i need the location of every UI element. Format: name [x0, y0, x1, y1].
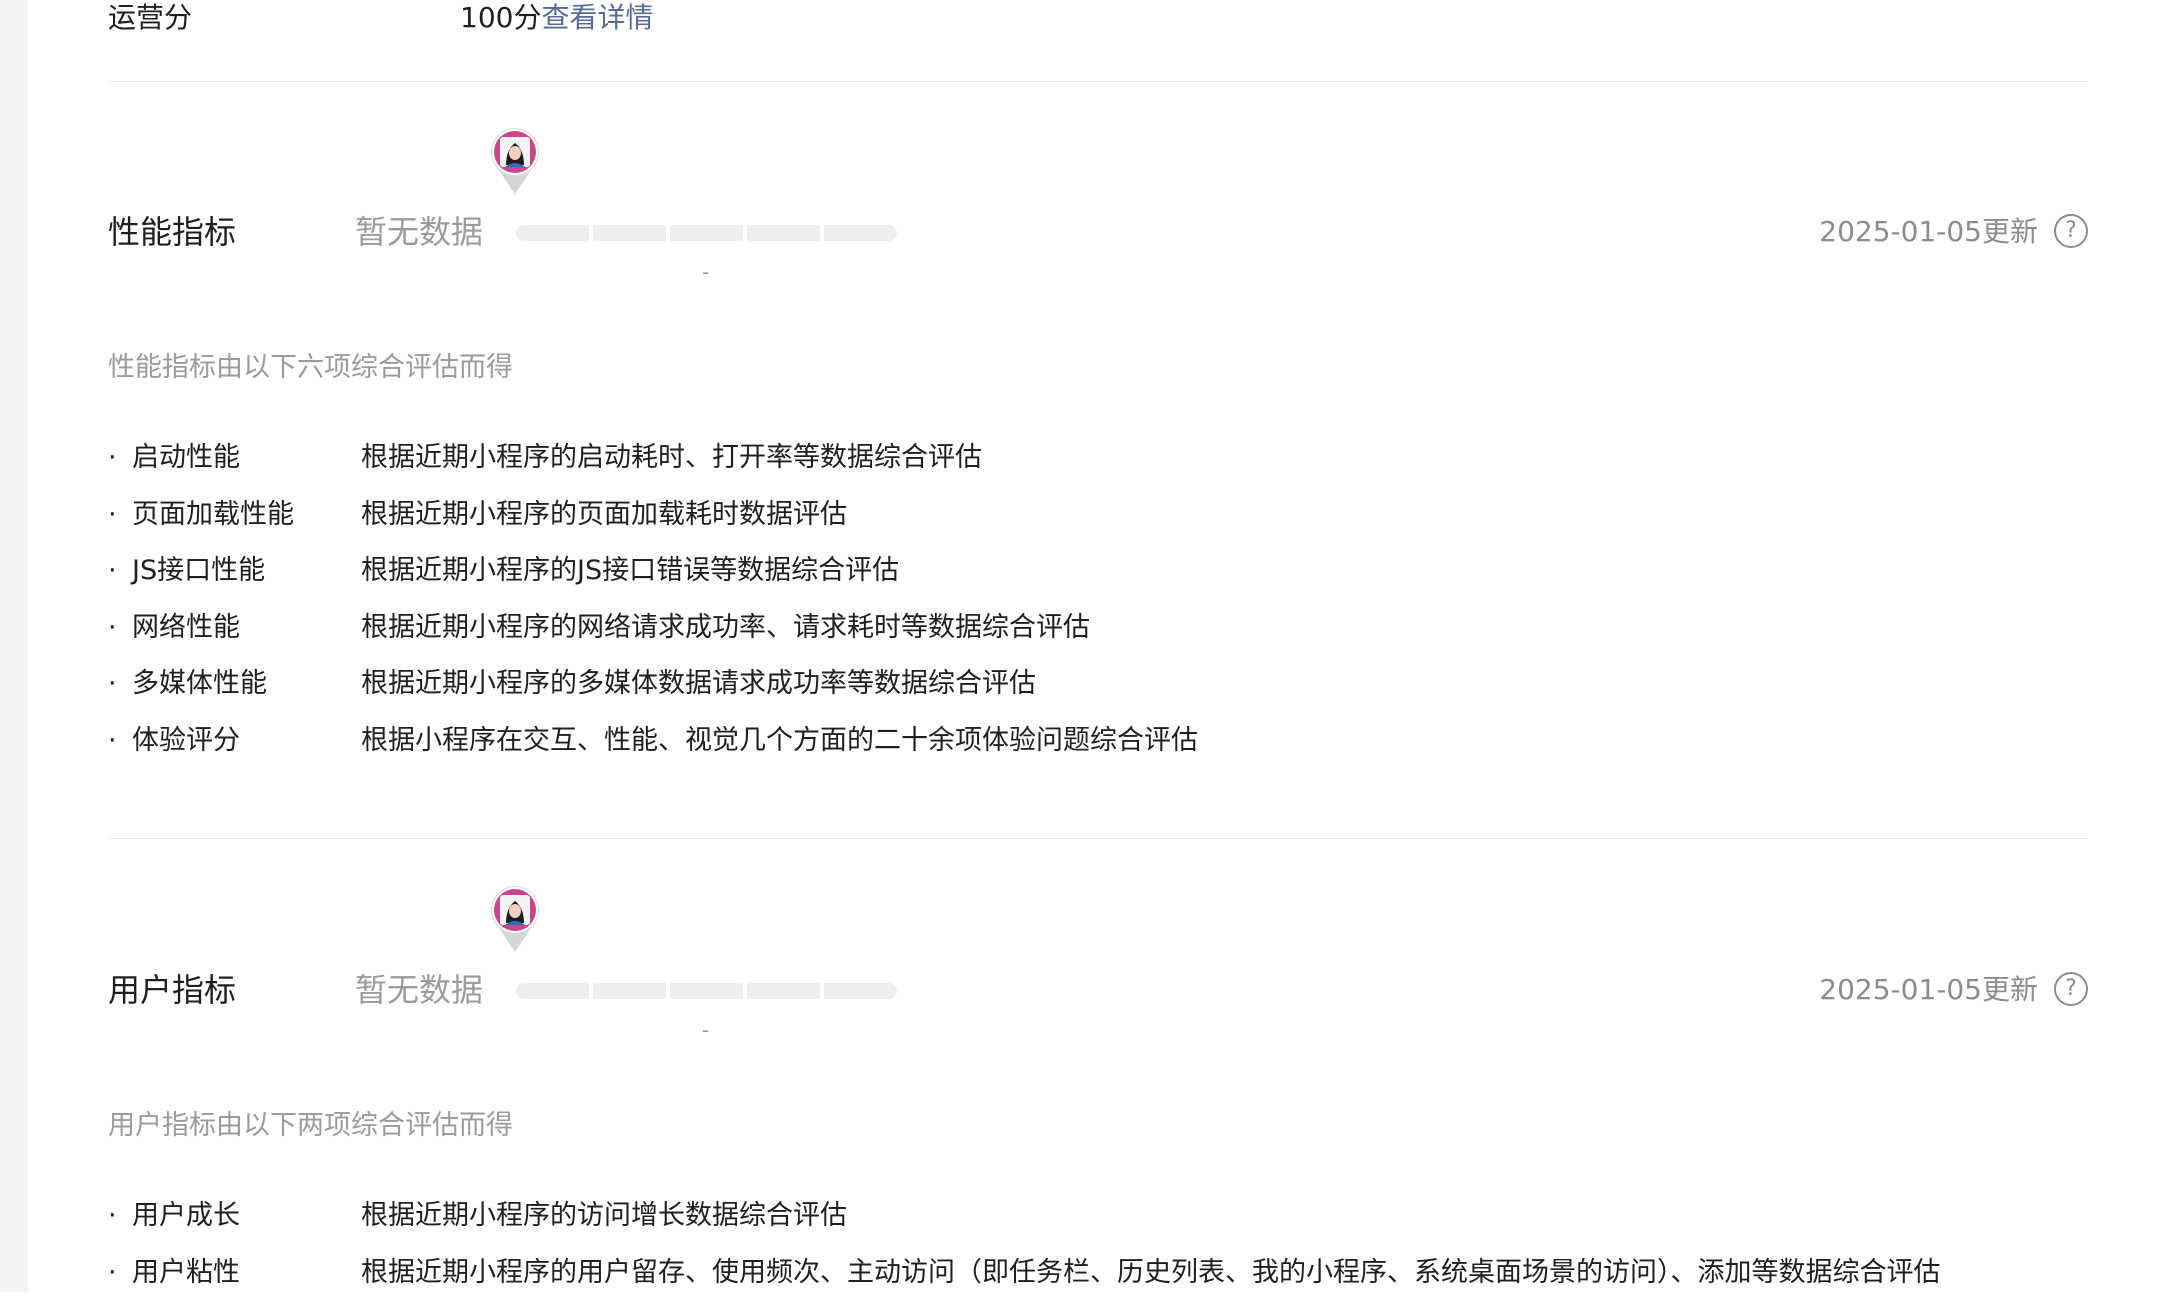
metric-description: 根据近期小程序的网络请求成功率、请求耗时等数据综合评估 [361, 611, 1090, 643]
left-rail [0, 0, 28, 1292]
metric-description: 根据近期小程序的用户留存、使用频次、主动访问（即任务栏、历史列表、我的小程序、系… [361, 1256, 1941, 1288]
divider [108, 838, 2088, 839]
metric-description: 根据小程序在交互、性能、视觉几个方面的二十余项体验问题综合评估 [361, 724, 1198, 756]
operation-score-label: 运营分 [108, 1, 193, 34]
progress-segment [593, 225, 666, 241]
section-description: 用户指标由以下两项综合评估而得 [108, 1110, 513, 1141]
section-description: 性能指标由以下六项综合评估而得 [108, 352, 513, 383]
view-details-link[interactable]: 查看详情 [541, 1, 653, 34]
progress-segment [824, 983, 897, 999]
metric-name: 体验评分 [132, 724, 240, 756]
bullet: · [108, 611, 117, 643]
score-dash: - [702, 260, 710, 284]
operation-score-value-wrap: 100分查看详情 [460, 0, 653, 36]
metric-description: 根据近期小程序的启动耗时、打开率等数据综合评估 [361, 442, 982, 473]
metric-description: 根据近期小程序的页面加载耗时数据评估 [361, 498, 847, 530]
metric-name: 页面加载性能 [132, 498, 294, 530]
section-title: 用户指标 [108, 971, 237, 1009]
progress-segment [747, 225, 820, 241]
metric-name: 用户成长 [132, 1200, 240, 1231]
metric-name: 网络性能 [132, 611, 240, 643]
bullet: · [108, 724, 117, 756]
progress-segment [593, 983, 666, 999]
no-data-text: 暂无数据 [355, 971, 484, 1009]
progress-segment [516, 983, 589, 999]
metric-name: 用户粘性 [132, 1256, 240, 1288]
bullet: · [108, 1200, 117, 1231]
metric-description: 根据近期小程序的多媒体数据请求成功率等数据综合评估 [361, 668, 1036, 699]
operation-score-value: 100分 [460, 1, 542, 34]
metric-name: JS接口性能 [132, 555, 266, 586]
progress-segment [516, 225, 589, 241]
progress-segment [670, 225, 743, 241]
operation-score-row: 运营分 100分查看详情 [108, 0, 2088, 36]
progress-segment [824, 225, 897, 241]
update-date: 2025-01-05更新 [1819, 215, 2038, 248]
progress-segment [670, 983, 743, 999]
metric-description: 根据近期小程序的访问增长数据综合评估 [361, 1200, 847, 1231]
divider [108, 81, 2088, 82]
avatar-location-pin-icon [491, 128, 539, 194]
update-date: 2025-01-05更新 [1819, 973, 2038, 1006]
score-progress-bar [516, 225, 897, 241]
score-dash: - [702, 1018, 710, 1042]
bullet: · [108, 555, 117, 586]
metric-description: 根据近期小程序的JS接口错误等数据综合评估 [361, 555, 900, 586]
bullet: · [108, 668, 117, 699]
bullet: · [108, 498, 117, 530]
section-title: 性能指标 [108, 213, 237, 251]
question-circle-icon[interactable]: ? [2054, 214, 2088, 248]
no-data-text: 暂无数据 [355, 213, 484, 251]
bullet: · [108, 1256, 117, 1288]
metric-name: 多媒体性能 [132, 668, 267, 699]
progress-segment [747, 983, 820, 999]
score-progress-bar [516, 983, 897, 999]
avatar-location-pin-icon [491, 886, 539, 952]
question-circle-icon[interactable]: ? [2054, 972, 2088, 1006]
bullet: · [108, 442, 117, 473]
metric-name: 启动性能 [132, 442, 240, 473]
